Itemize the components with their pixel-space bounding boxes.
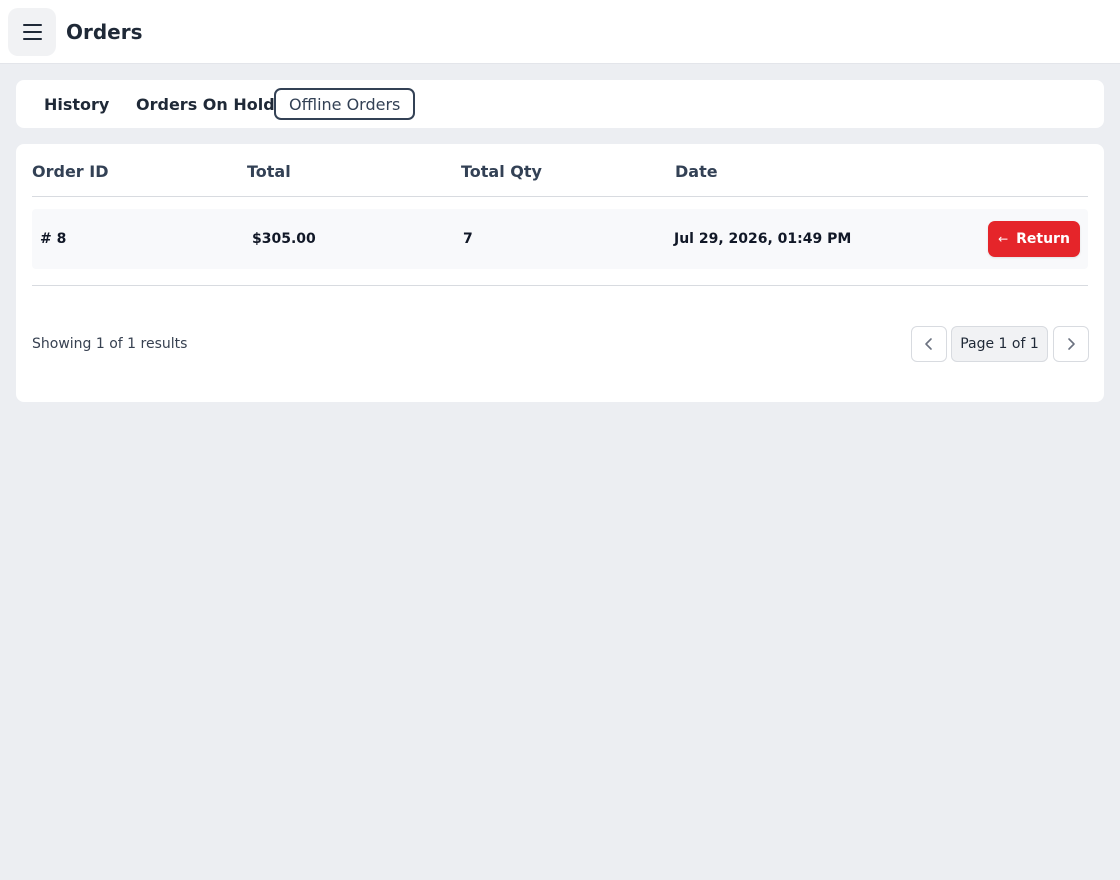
arrow-left-icon: ←: [998, 232, 1009, 246]
total-cell: $305.00: [252, 231, 316, 247]
orders-table-card: Order ID Total Total Qty Date # 8 $305.0…: [16, 144, 1104, 402]
date-cell: Jul 29, 2026, 01:49 PM: [674, 231, 852, 247]
tab-orders-on-hold[interactable]: Orders On Hold: [121, 88, 290, 120]
table-bottom-divider: [32, 285, 1088, 286]
hamburger-line: [22, 31, 42, 33]
column-header-order-id: Order ID: [32, 162, 109, 181]
chevron-left-icon: [925, 338, 932, 350]
next-page-button[interactable]: [1053, 326, 1089, 362]
top-bar: Orders: [0, 0, 1120, 64]
column-header-total-qty: Total Qty: [461, 162, 542, 181]
column-header-date: Date: [675, 162, 718, 181]
hamburger-menu-icon: [22, 24, 42, 26]
tab-offline-orders[interactable]: Offline Orders: [274, 88, 416, 120]
tab-history[interactable]: History: [29, 88, 124, 120]
page-indicator: Page 1 of 1: [951, 326, 1048, 362]
return-button-label: Return: [1016, 231, 1070, 247]
order-id-cell: # 8: [40, 231, 67, 247]
page-title: Orders: [66, 20, 143, 44]
chevron-right-icon: [1068, 338, 1075, 350]
hamburger-line: [22, 38, 42, 40]
results-count: Showing 1 of 1 results: [32, 336, 188, 352]
header-divider: [32, 196, 1088, 197]
menu-button[interactable]: [8, 8, 56, 56]
column-header-total: Total: [247, 162, 291, 181]
previous-page-button[interactable]: [911, 326, 947, 362]
return-button[interactable]: ← Return: [988, 221, 1080, 257]
tabs-bar: History Orders On Hold Offline Orders: [16, 80, 1104, 128]
total-qty-cell: 7: [463, 231, 473, 247]
table-row: # 8 $305.00 7 Jul 29, 2026, 01:49 PM ← R…: [32, 209, 1088, 269]
